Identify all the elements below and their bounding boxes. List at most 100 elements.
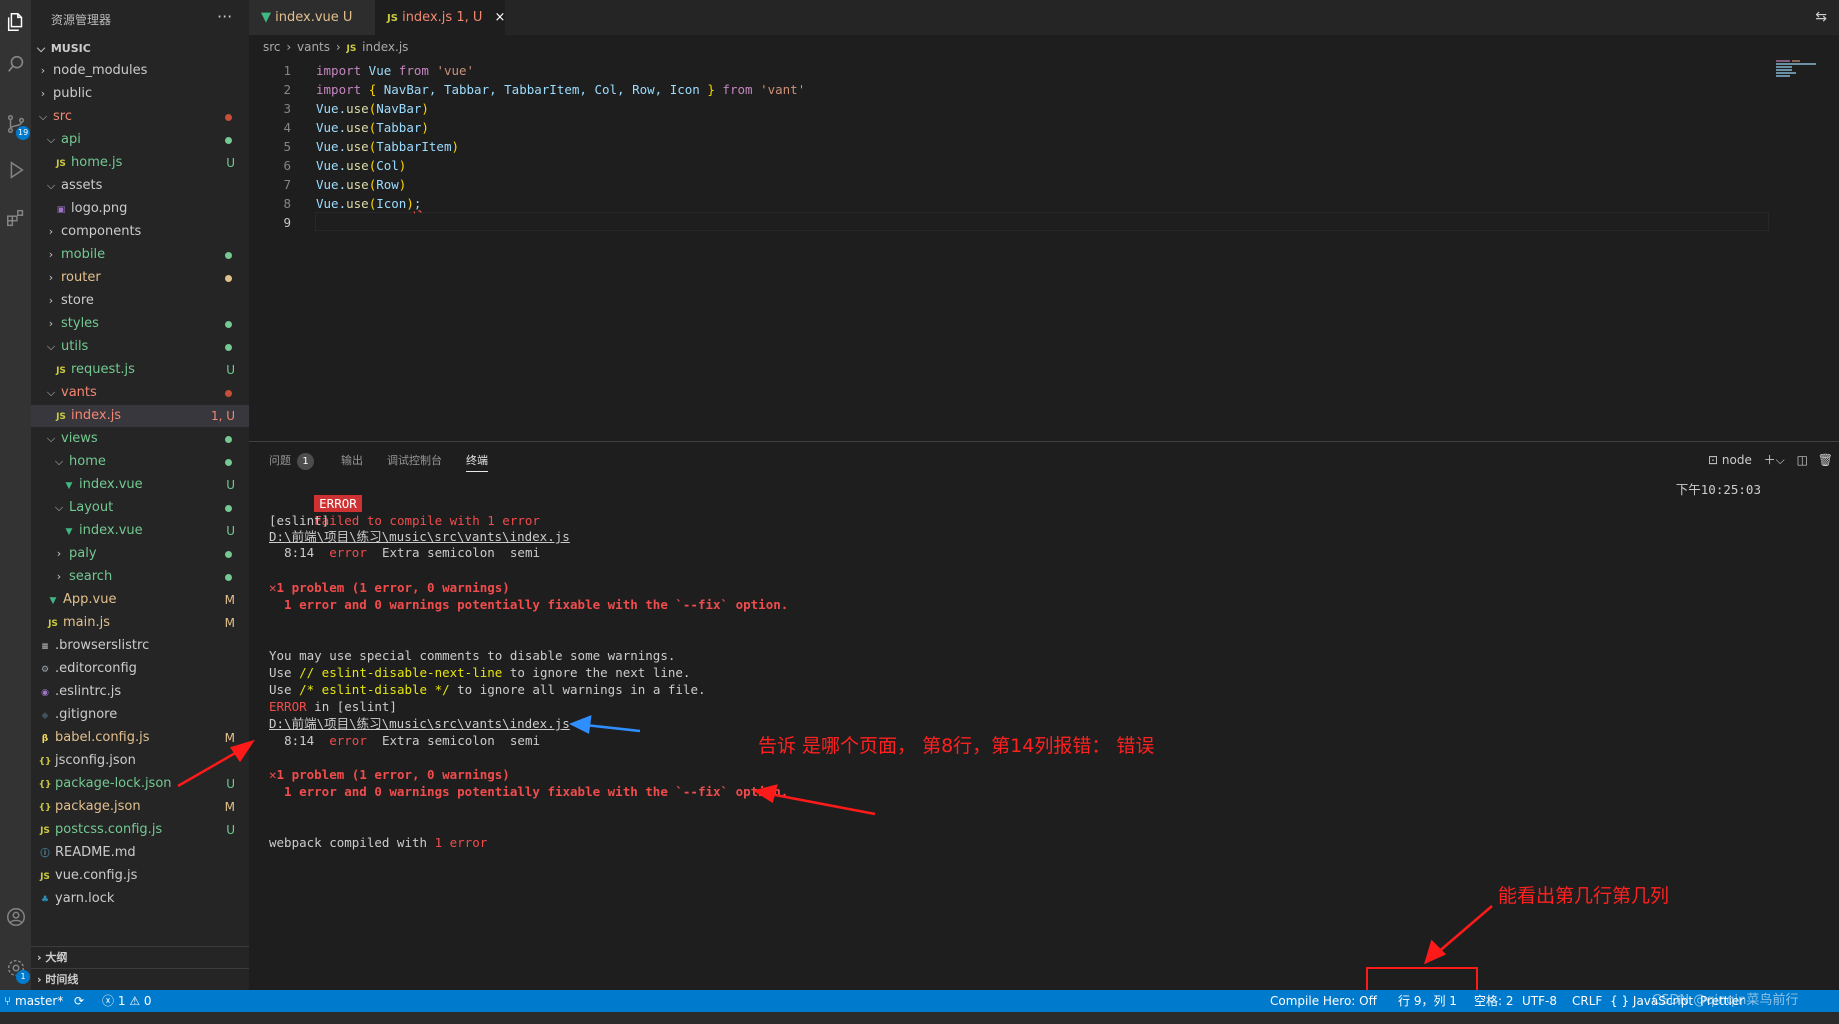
code-editor[interactable]: 1 import Vue from 'vue' 2 import { NavBar, … <box>249 60 1839 440</box>
tree-folder[interactable]: › components <box>31 221 249 243</box>
terminal-shell-name[interactable]: node <box>1722 453 1752 467</box>
trash-icon[interactable]: 🗑 <box>1818 453 1833 467</box>
tree-file[interactable]: ≡ .browserslistrc <box>31 635 249 657</box>
chevron-right-icon: › <box>335 40 341 54</box>
tree-file[interactable]: ▼ index.vue U <box>31 474 249 496</box>
workspace-root[interactable]: ⌵ MUSIC <box>31 38 249 60</box>
tree-file[interactable]: JS vue.config.js <box>31 865 249 887</box>
chevron-right-icon: › <box>48 248 54 261</box>
timeline-section[interactable]: › 时间线 <box>31 968 249 990</box>
tree-file[interactable]: JS request.js U <box>31 359 249 381</box>
tree-file[interactable]: ♣ yarn.lock <box>31 888 249 910</box>
js-file-icon: JS <box>40 872 50 882</box>
tree-folder[interactable]: › styles <box>31 313 249 335</box>
tree-item-label: postcss.config.js <box>55 822 163 837</box>
indentation[interactable]: 空格: 2 <box>1474 990 1514 1012</box>
tab-problems[interactable]: 问题 1 <box>269 452 314 470</box>
tree-folder[interactable]: ⌵ Layout <box>31 497 249 519</box>
settings-gear-icon[interactable]: 1 <box>0 948 31 988</box>
tree-file[interactable]: {} package-lock.json U <box>31 773 249 795</box>
git-file-icon: ◆ <box>41 711 49 721</box>
tree-item-label: paly <box>69 546 97 561</box>
tree-folder[interactable]: ⌵ views <box>31 428 249 450</box>
line-ending[interactable]: CRLF <box>1572 990 1602 1012</box>
add-terminal-icon[interactable]: ＋⌵ <box>1764 453 1785 467</box>
git-status-badge: 1, U <box>210 409 235 423</box>
more-actions-icon[interactable]: ··· <box>217 7 232 26</box>
explorer-sidebar: 资源管理器 ··· ⌵ MUSIC › node_modules › public ⌵ s… <box>31 0 249 990</box>
tree-folder[interactable]: › router <box>31 267 249 289</box>
tab-output[interactable]: 输出 <box>341 452 363 468</box>
explorer-icon[interactable] <box>0 2 31 42</box>
tree-folder[interactable]: ⌵ assets <box>31 175 249 197</box>
cursor-position[interactable]: 行 9，列 1 <box>1398 990 1457 1012</box>
tree-item-label: .editorconfig <box>55 661 137 676</box>
tree-file[interactable]: ▣ logo.png <box>31 198 249 220</box>
tree-folder[interactable]: › search <box>31 566 249 588</box>
encoding[interactable]: UTF-8 <box>1522 990 1557 1012</box>
tree-folder[interactable]: › node_modules <box>31 60 249 82</box>
tree-folder[interactable]: ⌵ api <box>31 129 249 151</box>
tree-file[interactable]: ⓘ README.md <box>31 842 249 864</box>
tab-index-js[interactable]: JS index.js 1, U × <box>375 0 505 35</box>
tab-index-vue[interactable]: ▼ index.vue U <box>249 0 375 35</box>
error-badge: ERROR <box>314 495 362 512</box>
error-file-path[interactable]: D:\前端\项目\练习\music\src\vants\index.js <box>269 528 570 545</box>
status-dot <box>225 551 232 558</box>
chevron-down-icon: ⌵ <box>36 42 46 55</box>
split-compare-icon[interactable]: ⇆ <box>1815 9 1827 25</box>
split-terminal-icon[interactable]: ◫ <box>1797 453 1808 467</box>
babel-file-icon: β <box>41 734 49 744</box>
tree-file[interactable]: ▼ index.vue U <box>31 520 249 542</box>
outline-section[interactable]: › 大纲 <box>31 946 249 968</box>
git-status-badge: U <box>226 478 235 492</box>
tree-file[interactable]: ▼ App.vue M <box>31 589 249 611</box>
tree-file[interactable]: ◉ .eslintrc.js <box>31 681 249 703</box>
run-debug-icon[interactable] <box>0 150 31 190</box>
panel-actions: ⊡ node ＋⌵ ◫ 🗑 <box>1708 451 1833 468</box>
tree-file[interactable]: ⚙ .editorconfig <box>31 658 249 680</box>
tree-folder[interactable]: › paly <box>31 543 249 565</box>
tree-folder[interactable]: ⌵ src <box>31 106 249 128</box>
tree-item-label: package.json <box>55 799 141 814</box>
tree-folder[interactable]: ⌵ vants <box>31 382 249 404</box>
sync-icon[interactable]: ⟳ <box>74 990 84 1012</box>
git-branch[interactable]: ⑂ master* <box>4 990 63 1012</box>
git-status-badge: M <box>224 593 235 607</box>
extensions-icon[interactable] <box>0 198 31 238</box>
search-icon[interactable] <box>0 44 31 84</box>
tree-folder[interactable]: ⌵ utils <box>31 336 249 358</box>
tree-folder[interactable]: ⌵ home <box>31 451 249 473</box>
tree-file[interactable]: JS postcss.config.js U <box>31 819 249 841</box>
error-file-path[interactable]: D:\前端\项目\练习\music\src\vants\index.js <box>269 715 570 732</box>
tab-terminal[interactable]: 终端 <box>466 452 488 472</box>
breadcrumb-item[interactable]: src <box>263 40 281 54</box>
status-bar: ⑂ master* ⟳ ⓧ 1 ⚠ 0 Compile Hero: Off 行 … <box>0 990 1839 1012</box>
minimap[interactable] <box>1776 60 1831 78</box>
close-icon[interactable]: × <box>495 10 506 25</box>
status-dot <box>225 344 232 351</box>
tree-folder[interactable]: › store <box>31 290 249 312</box>
tree-file[interactable]: ◆ .gitignore <box>31 704 249 726</box>
source-control-icon[interactable]: 19 <box>0 104 31 144</box>
tree-file[interactable]: JS main.js M <box>31 612 249 634</box>
code-text: Vue.use(Row) <box>316 177 407 192</box>
breadcrumb-item[interactable]: vants <box>297 40 330 54</box>
tree-folder[interactable]: › public <box>31 83 249 105</box>
git-status-badge: M <box>224 731 235 745</box>
breadcrumb-item[interactable]: index.js <box>362 40 408 54</box>
tab-debug-console[interactable]: 调试控制台 <box>387 452 442 468</box>
compile-hero-status[interactable]: Compile Hero: Off <box>1270 990 1377 1012</box>
tree-item-label: components <box>61 224 142 239</box>
tree-file[interactable]: JS index.js 1, U <box>31 405 249 427</box>
tree-file[interactable]: JS home.js U <box>31 152 249 174</box>
tree-file[interactable]: {} jsconfig.json <box>31 750 249 772</box>
account-icon[interactable] <box>0 897 31 937</box>
tree-file[interactable]: β babel.config.js M <box>31 727 249 749</box>
line-number: 4 <box>283 120 291 135</box>
tree-item-label: package-lock.json <box>55 776 172 791</box>
tree-folder[interactable]: › mobile <box>31 244 249 266</box>
watermark: CSDN @qinqin菜鸟前行 <box>1652 993 1799 1008</box>
tree-file[interactable]: {} package.json M <box>31 796 249 818</box>
problems-status[interactable]: ⓧ 1 ⚠ 0 <box>102 990 152 1012</box>
